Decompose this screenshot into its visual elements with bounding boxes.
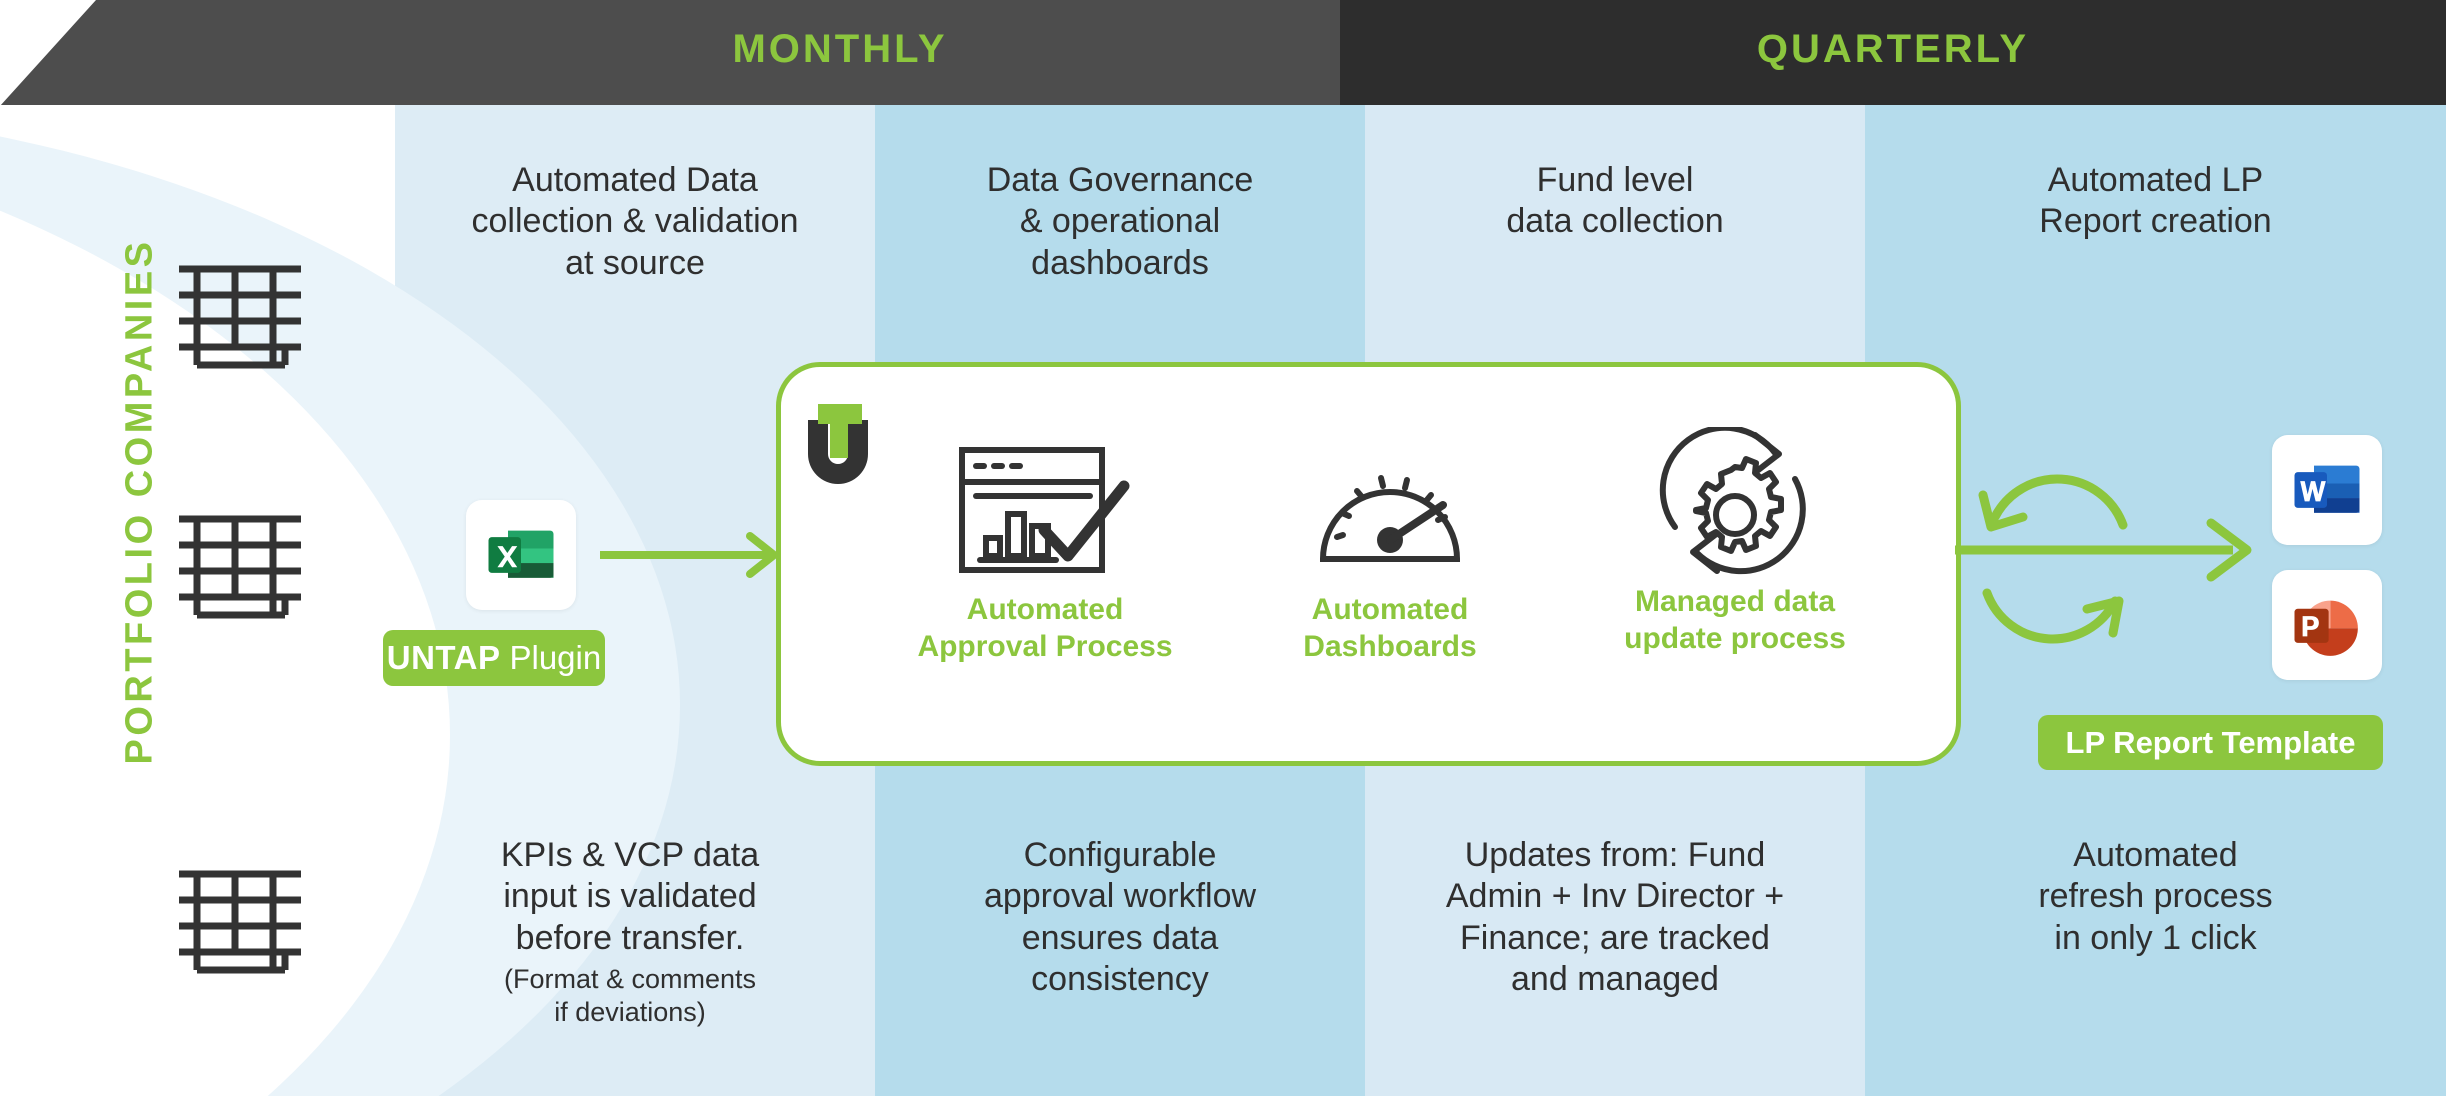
infographic-root: MONTHLY QUARTERLY PORTFOLIO COMPANIES Au…	[0, 0, 2446, 1096]
flow-arrow-right-refresh	[1955, 474, 2252, 644]
feature-icon-wrap-3	[1585, 427, 1885, 575]
lp-report-template-badge[interactable]: LP Report Template	[2038, 715, 2383, 770]
portfolio-companies-title: PORTFOLIO COMPANIES	[118, 238, 161, 765]
feature-label-3: Managed data update process	[1624, 585, 1846, 655]
word-app-tile[interactable]	[2272, 435, 2382, 545]
header-label-monthly: MONTHLY	[732, 27, 948, 71]
excel-icon	[488, 530, 554, 578]
feature-managed-update: Managed data update process	[1585, 427, 1885, 657]
column-title-3: Fund level data collection	[1506, 161, 1724, 241]
powerpoint-icon	[2294, 600, 2358, 656]
column-footer-sub-1: (Format & comments if deviations)	[503, 964, 757, 1027]
column-footer-3: Updates from: Fund Admin + Inv Director +…	[1445, 836, 1785, 999]
untap-badge-light: Plugin	[509, 639, 602, 676]
header-label-quarterly: QUARTERLY	[1756, 27, 2030, 71]
spreadsheet-icon	[179, 515, 301, 619]
spreadsheet-icon	[179, 265, 301, 369]
column-title-4: Automated LP Report creation	[2039, 161, 2272, 241]
word-icon	[2294, 465, 2360, 513]
untap-logo	[808, 404, 868, 484]
feature-label-1: Automated Approval Process	[917, 593, 1173, 663]
column-footer-1: KPIs & VCP data input is validated before …	[390, 835, 870, 1028]
untap-badge-strong: UNTAP	[386, 639, 501, 676]
header-band: MONTHLY QUARTERLY	[0, 0, 2446, 106]
column-footer-4: Automated refresh process in only 1 click	[2038, 836, 2273, 957]
feature-label-2: Automated Dashboards	[1303, 593, 1477, 663]
feature-icon-wrap-1	[895, 440, 1195, 580]
column-footer-2: Configurable approval workflow ensures dat…	[983, 836, 1257, 999]
powerpoint-app-tile[interactable]	[2272, 570, 2382, 680]
column-footer-main-1: KPIs & VCP data input is validated before …	[500, 836, 760, 957]
flow-arrow-left	[600, 532, 778, 578]
column-title-2: Data Governance & operational dashboards	[986, 161, 1254, 282]
feature-icon-wrap-2	[1240, 440, 1540, 580]
gear-refresh-icon	[1659, 427, 1806, 575]
untap-plugin-badge[interactable]: UNTAP Plugin	[383, 630, 605, 686]
dashboard-approval-icon	[959, 447, 1130, 573]
excel-app-tile[interactable]	[466, 500, 576, 610]
spreadsheet-icon	[179, 870, 301, 974]
gauge-icon	[1319, 475, 1461, 562]
feature-automated-approval: Automated Approval Process	[895, 440, 1195, 665]
column-title-1: Automated Data collection & validation at …	[471, 161, 799, 282]
feature-automated-dashboards: Automated Dashboards	[1240, 440, 1540, 665]
